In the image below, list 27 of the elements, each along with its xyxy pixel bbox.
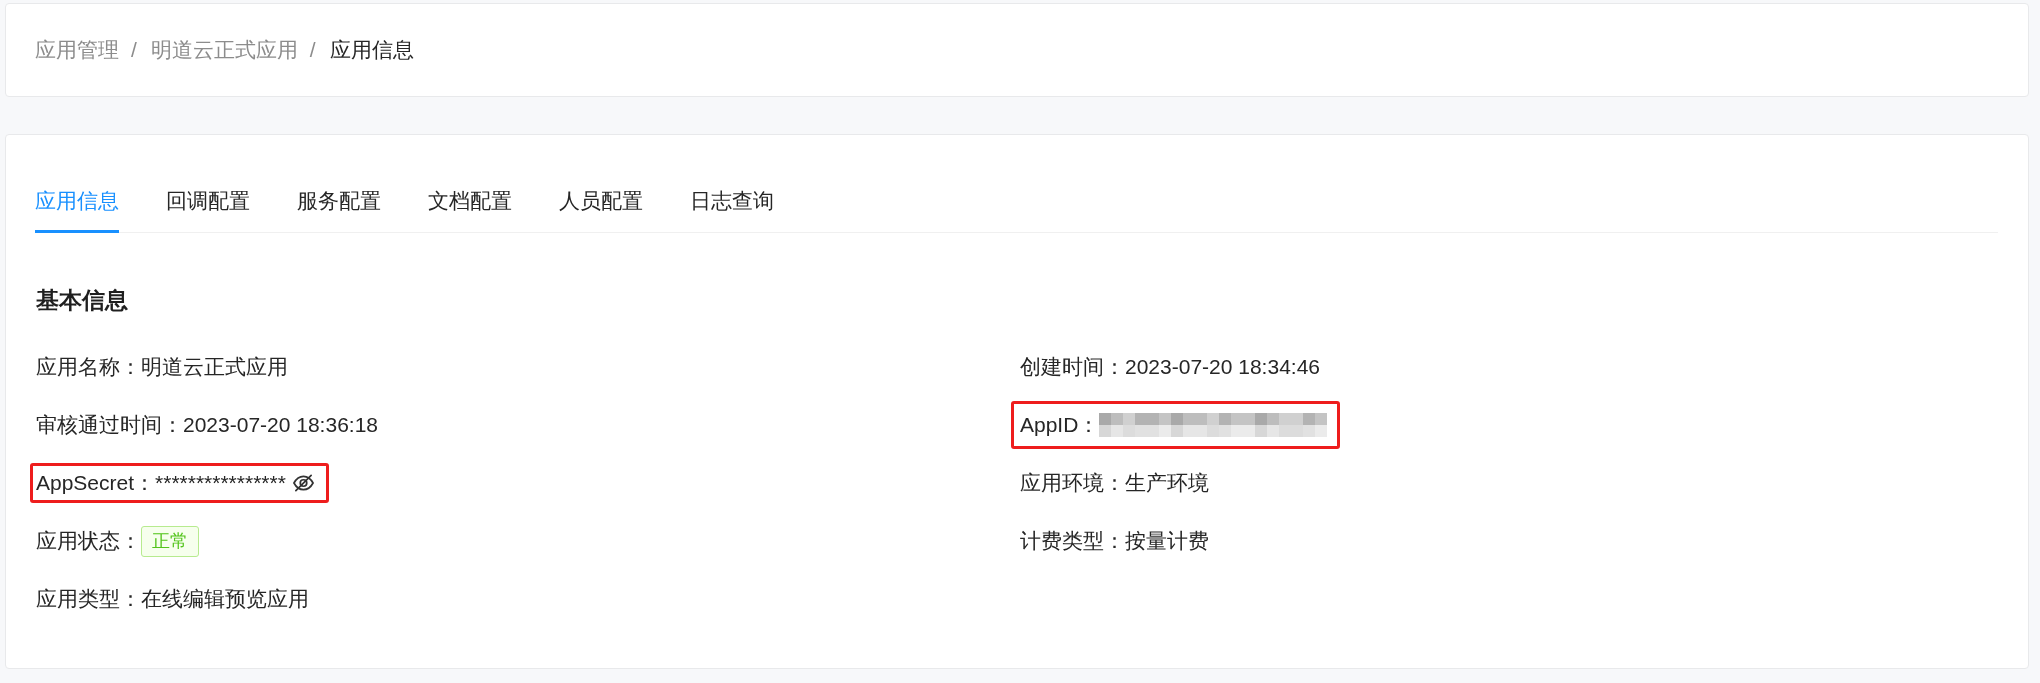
- field-label: AppSecret：: [36, 470, 156, 496]
- tab[interactable]: 回调配置: [166, 168, 250, 233]
- status-tag: 正常: [141, 525, 199, 557]
- breadcrumb-separator: /: [309, 37, 316, 63]
- field-value: 生产环境: [1125, 470, 1209, 496]
- field-value: 2023-07-20 18:36:18: [183, 412, 378, 438]
- field-label: 应用名称：: [36, 354, 141, 380]
- tab[interactable]: 文档配置: [428, 168, 512, 233]
- field-label: 创建时间：: [1020, 354, 1125, 380]
- field-value: 2023-07-20 18:34:46: [1125, 354, 1320, 380]
- field-label: AppID：: [1020, 412, 1100, 438]
- field-value: 明道云正式应用: [141, 354, 288, 380]
- tab[interactable]: 服务配置: [297, 168, 381, 233]
- section-title: 基本信息: [36, 286, 129, 315]
- tab[interactable]: 日志查询: [690, 168, 774, 233]
- field-label: 应用环境：: [1020, 470, 1125, 496]
- masked-secret-value: ****************: [155, 470, 286, 496]
- field-label: 应用类型：: [36, 586, 141, 612]
- field-label: 审核通过时间：: [36, 412, 183, 438]
- tab[interactable]: 人员配置: [559, 168, 643, 233]
- breadcrumb-separator: /: [131, 37, 137, 63]
- breadcrumb-current-page: 应用信息: [329, 37, 414, 63]
- field-label: 计费类型：: [1020, 528, 1125, 554]
- field-value: 在线编辑预览应用: [141, 586, 309, 612]
- eye-slash-icon[interactable]: [292, 474, 314, 492]
- field-label: 应用状态：: [36, 528, 141, 554]
- field-value: 按量计费: [1125, 528, 1209, 554]
